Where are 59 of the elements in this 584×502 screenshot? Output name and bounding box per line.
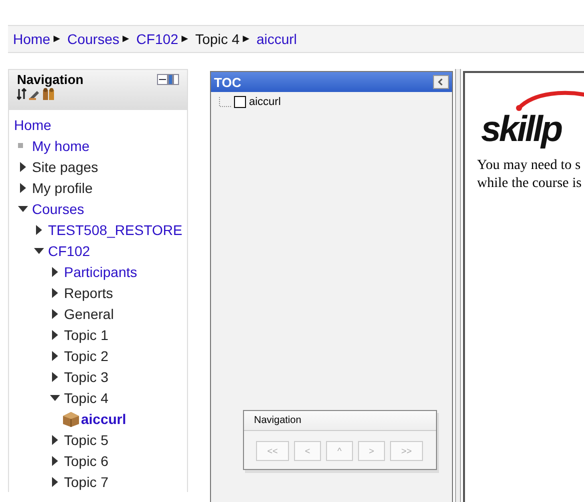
expand-arrow-icon[interactable] — [34, 246, 44, 256]
collapse-button[interactable] — [433, 75, 449, 89]
tree-item[interactable]: CF102 — [48, 242, 90, 258]
breadcrumb-separator: ► — [51, 33, 62, 45]
expand-arrow-icon[interactable] — [50, 476, 60, 486]
expand-arrow-icon[interactable] — [50, 456, 60, 466]
panel-title: Navigation — [254, 415, 302, 426]
block-controls-icon[interactable] — [157, 74, 179, 85]
chevron-left-icon — [437, 78, 445, 86]
expand-arrow-icon[interactable] — [18, 162, 28, 172]
block-tools-icon[interactable] — [17, 88, 57, 100]
breadcrumb-separator: ► — [120, 33, 132, 45]
tree-item[interactable]: Site pages — [32, 158, 98, 174]
expand-arrow-icon[interactable] — [50, 308, 60, 318]
tree-item[interactable]: Topic 6 — [64, 452, 108, 468]
logo-text: skillp — [481, 111, 563, 147]
bullet-icon — [18, 143, 23, 148]
breadcrumb-separator: ► — [240, 33, 252, 45]
tree-item[interactable]: aiccurl — [81, 410, 126, 426]
tree-item[interactable]: Topic 5 — [64, 432, 108, 448]
tree-item[interactable]: Courses — [32, 200, 84, 216]
expand-arrow-icon[interactable] — [50, 266, 60, 276]
breadcrumb-link[interactable]: CF102 — [136, 31, 178, 47]
expand-arrow-icon[interactable] — [50, 288, 60, 298]
expand-arrow-icon[interactable] — [50, 434, 60, 444]
tree-line-icon — [219, 97, 231, 107]
expand-arrow-icon[interactable] — [18, 204, 28, 214]
splitter-handle[interactable] — [455, 69, 461, 502]
tree-item[interactable]: My home — [32, 138, 90, 154]
expand-arrow-icon[interactable] — [50, 372, 60, 382]
breadcrumb-link[interactable]: Courses — [67, 31, 120, 47]
expand-arrow-icon[interactable] — [34, 224, 44, 234]
breadcrumb-separator: ► — [179, 33, 190, 45]
package-icon — [62, 410, 80, 426]
expand-arrow-icon[interactable] — [50, 350, 60, 360]
panel-title: TOC — [214, 74, 242, 90]
tree-item[interactable]: General — [64, 306, 114, 322]
tree-item[interactable]: Topic 2 — [64, 348, 108, 364]
block-title: Navigation — [17, 72, 84, 87]
tree-item[interactable]: Topic 1 — [64, 326, 108, 342]
tree-item[interactable]: Topic 7 — [64, 474, 108, 490]
tree-item[interactable]: Reports — [64, 284, 114, 300]
content-text: while the course is — [477, 175, 583, 193]
breadcrumb-link[interactable]: aiccurl — [256, 31, 297, 47]
tree-item[interactable]: TEST508_RESTORE — [48, 222, 182, 238]
expand-arrow-icon[interactable] — [50, 330, 60, 340]
content-text: You may need to s — [477, 157, 582, 175]
expand-arrow-icon[interactable] — [18, 182, 28, 192]
tree-item[interactable]: Topic 4 — [64, 390, 108, 406]
tree-item[interactable]: Topic 3 — [64, 368, 108, 384]
breadcrumb-text: Topic 4 — [195, 31, 240, 47]
checkbox[interactable] — [234, 96, 246, 108]
toc-item[interactable]: aiccurl — [249, 96, 281, 108]
expand-arrow-icon[interactable] — [50, 392, 60, 402]
tree-item[interactable]: My profile — [32, 180, 93, 196]
breadcrumb-link[interactable]: Home — [13, 31, 50, 47]
tree-item[interactable]: Participants — [64, 264, 138, 280]
arc-icon — [515, 89, 584, 111]
tree-item[interactable]: Home — [14, 116, 52, 132]
